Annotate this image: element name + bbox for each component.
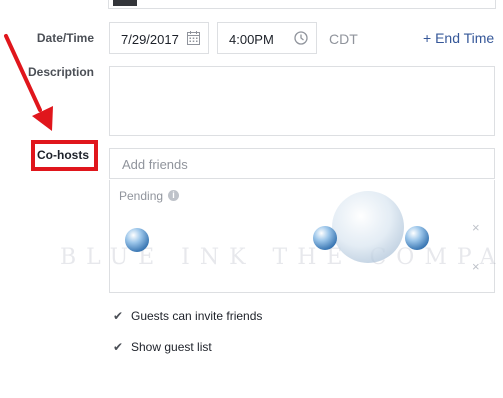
show-guest-list-label: Show guest list [131, 340, 212, 354]
add-friends-input[interactable] [120, 156, 484, 173]
timezone-label: CDT [329, 31, 358, 47]
cohosts-highlight-box [31, 140, 98, 171]
cover-photo-thumbnail [113, 0, 137, 6]
show-guest-list-checkbox[interactable]: ✔ [113, 341, 125, 353]
description-textarea[interactable] [109, 66, 495, 136]
guests-invite-label: Guests can invite friends [131, 309, 263, 323]
watermark-bubbles-icon [125, 191, 429, 263]
annotation-arrow-icon [4, 34, 53, 131]
date-value: 7/29/2017 [121, 32, 179, 47]
end-time-link[interactable]: + End Time [423, 30, 494, 46]
clock-icon[interactable] [294, 31, 308, 45]
date-field[interactable]: 7/29/2017 [109, 22, 209, 54]
guests-invite-checkbox[interactable]: ✔ [113, 310, 125, 322]
time-field[interactable]: 4:00PM [217, 22, 317, 54]
previous-field [108, 0, 496, 9]
time-value: 4:00PM [229, 32, 274, 47]
add-friends-field[interactable] [109, 148, 495, 179]
calendar-icon[interactable] [187, 31, 200, 45]
